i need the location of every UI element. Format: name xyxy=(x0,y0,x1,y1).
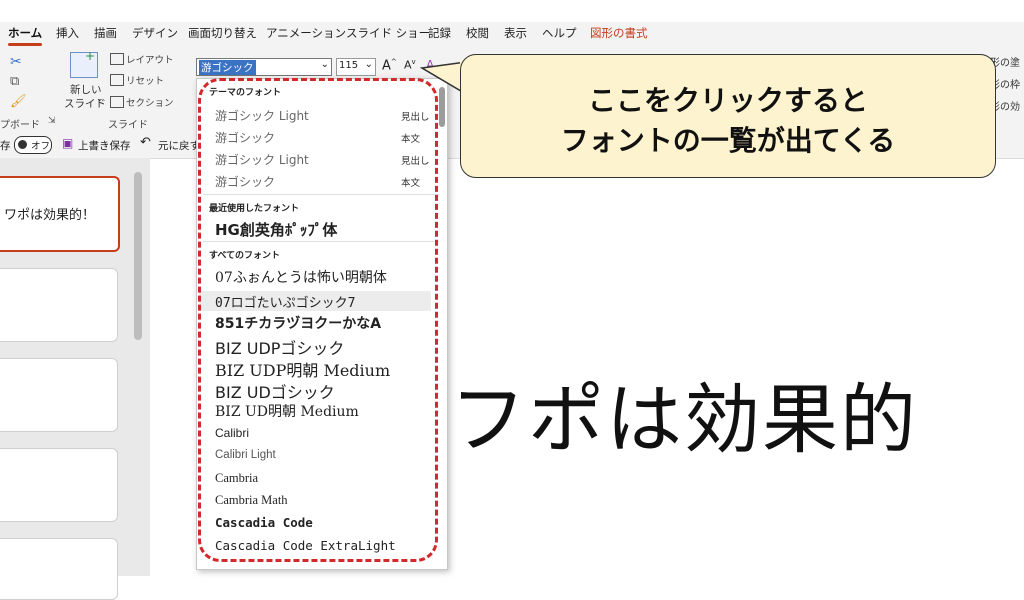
plus-icon: + xyxy=(85,49,96,63)
font-item-name: 游ゴシック xyxy=(215,175,276,189)
font-item[interactable]: BIZ UDゴシック xyxy=(215,379,335,403)
chevron-down-icon[interactable]: ⌄ xyxy=(96,94,104,104)
toggle-knob xyxy=(18,140,27,149)
layout-button[interactable]: レイアウト xyxy=(126,52,174,66)
layout-icon xyxy=(110,53,124,65)
font-item[interactable]: Cascadia Code xyxy=(215,515,313,530)
slide-thumbnail-5[interactable] xyxy=(0,538,118,600)
new-slide-icon[interactable]: + xyxy=(70,49,98,78)
section-all-fonts: すべてのフォント xyxy=(209,251,281,261)
tab-record[interactable]: 記録 xyxy=(428,25,451,41)
autosave-label: 存 xyxy=(0,140,11,152)
font-list-dropdown: テーマのフォント 游ゴシック Light 見出し 游ゴシック 本文 游ゴシック Li… xyxy=(196,78,448,570)
font-item[interactable]: 851チカラヅヨクーかなA xyxy=(215,313,381,333)
section-icon xyxy=(110,96,124,108)
font-item-tag: 見出し xyxy=(401,156,430,167)
dialog-launcher-icon[interactable]: ⇲ xyxy=(48,116,56,126)
font-item[interactable]: Cambria xyxy=(215,471,258,486)
group-slides-label: スライド xyxy=(108,120,148,131)
chevron-down-icon[interactable]: ⌄ xyxy=(365,59,373,70)
tab-animations[interactable]: アニメーション xyxy=(266,25,346,41)
toggle-state: オフ xyxy=(31,141,51,152)
font-item[interactable]: 07ふぉんとうは怖い明朝体 xyxy=(215,267,387,287)
separator xyxy=(203,194,439,195)
save-button[interactable]: 上書き保存 xyxy=(78,138,131,153)
font-item[interactable]: 游ゴシック 本文 xyxy=(215,173,420,190)
font-item[interactable]: Calibri Light xyxy=(215,449,276,461)
autosave-toggle[interactable]: オフ xyxy=(14,136,52,154)
callout-line-2: フォントの一覧が出てくる xyxy=(560,124,896,157)
separator xyxy=(203,241,439,242)
font-item[interactable]: Cascadia Code ExtraLight xyxy=(215,538,396,553)
font-item[interactable]: 07ロゴたいぷゴシック7 xyxy=(215,292,355,311)
tab-shape-format[interactable]: 図形の書式 xyxy=(590,25,648,41)
increase-font-icon[interactable]: A^ xyxy=(382,58,397,73)
font-item-tag: 本文 xyxy=(401,178,421,189)
font-item[interactable]: Calibri xyxy=(215,426,249,440)
font-item-name: 游ゴシック Light xyxy=(215,153,309,167)
save-icon[interactable]: ▣ xyxy=(62,136,73,150)
decrease-font-icon[interactable]: Av xyxy=(404,58,416,72)
slide-thumbnail-1[interactable]: ワポは効果的！ xyxy=(0,176,120,252)
cut-icon[interactable]: ✂ xyxy=(10,54,22,70)
tab-design[interactable]: デザイン xyxy=(132,25,178,41)
thumbnail-text: ワポは効果的！ xyxy=(4,208,96,223)
tab-slideshow[interactable]: スライド ショー xyxy=(346,25,430,41)
font-item-tag: 本文 xyxy=(401,134,421,145)
section-button[interactable]: セクション xyxy=(126,95,174,109)
chevron-down-icon[interactable]: ⌄ xyxy=(321,59,329,70)
slide-thumbnail-3[interactable] xyxy=(0,358,118,432)
slide-thumbnail-2[interactable] xyxy=(0,268,118,342)
font-item-name: 游ゴシック Light xyxy=(215,109,309,123)
tab-draw[interactable]: 描画 xyxy=(94,25,117,41)
undo-icon[interactable]: ↶ xyxy=(140,135,151,150)
font-size-combobox[interactable]: 115 ⌄ xyxy=(336,58,376,76)
ribbon-tabs: ホーム 挿入 描画 デザイン 画面切り替え アニメーション スライド ショー 記… xyxy=(0,22,1024,46)
font-size-value[interactable]: 115 xyxy=(339,60,358,71)
font-name-combobox[interactable]: 游ゴシック ⌄ xyxy=(196,58,332,76)
tab-insert[interactable]: 挿入 xyxy=(56,25,79,41)
slide-thumbnail-4[interactable] xyxy=(0,448,118,522)
font-item[interactable]: BIZ UDPゴシック xyxy=(215,335,344,359)
group-clipboard-label: プボード xyxy=(0,120,40,131)
undo-button[interactable]: 元に戻す xyxy=(158,138,200,153)
slide-thumbnail-pane: ワポは効果的！ xyxy=(0,158,150,600)
tab-view[interactable]: 表示 xyxy=(504,25,527,41)
copy-icon[interactable]: ⧉ xyxy=(10,74,19,89)
callout-line-1: ここをクリックすると xyxy=(587,84,868,117)
tab-help[interactable]: ヘルプ xyxy=(542,25,577,41)
reset-button[interactable]: リセット xyxy=(126,73,164,87)
callout-text: ここをクリックすると フォントの一覧が出てくる xyxy=(461,81,995,161)
font-name-value[interactable]: 游ゴシック xyxy=(199,60,256,75)
thumbnail-scrollbar[interactable] xyxy=(134,172,142,340)
section-theme-fonts: テーマのフォント xyxy=(209,88,282,98)
font-item[interactable]: 游ゴシック Light 見出し xyxy=(215,151,430,168)
tab-transitions[interactable]: 画面切り替え xyxy=(188,25,257,41)
font-item[interactable]: 游ゴシック 本文 xyxy=(215,129,420,146)
slide-main-text[interactable]: フポは効果的 xyxy=(450,358,918,468)
font-item[interactable]: BIZ UDP明朝 Medium xyxy=(215,357,390,381)
font-item[interactable]: BIZ UD明朝 Medium xyxy=(215,401,359,421)
annotation-callout: ここをクリックすると フォントの一覧が出てくる xyxy=(460,54,996,178)
font-item[interactable]: Cambria Math xyxy=(215,493,288,508)
font-item-name: 游ゴシック xyxy=(215,131,276,145)
format-painter-icon[interactable]: 🖌 xyxy=(10,94,27,109)
tab-home[interactable]: ホーム xyxy=(8,25,43,46)
font-item[interactable]: 游ゴシック Light 見出し xyxy=(215,107,430,124)
section-recent-fonts: 最近使用したフォント xyxy=(209,204,300,214)
reset-icon xyxy=(110,74,124,86)
title-bar xyxy=(0,0,1024,14)
font-item[interactable]: HG創英角ﾎﾟｯﾌﾟ体 xyxy=(215,219,337,240)
tab-review[interactable]: 校閲 xyxy=(466,25,489,41)
